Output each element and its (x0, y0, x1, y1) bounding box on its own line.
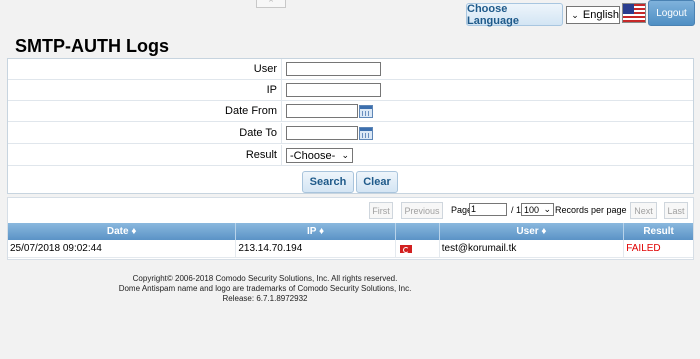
chevron-down-icon: ⌄ (543, 204, 551, 214)
result-row: Result -Choose- ⌄ (8, 145, 693, 166)
records-per-page-select[interactable]: 100 ⌄ (521, 203, 554, 216)
calendar-icon[interactable] (359, 126, 373, 140)
language-select-value: English (582, 9, 619, 21)
last-page-button[interactable]: Last (664, 202, 688, 219)
calendar-icon[interactable] (359, 104, 373, 118)
results-panel: First Previous Page 1 / 1 100 ⌄ Records … (7, 197, 694, 260)
cell-user: test@korumail.tk (440, 240, 625, 257)
us-flag-icon[interactable] (622, 3, 646, 23)
ip-input[interactable] (286, 83, 381, 97)
choose-language-button[interactable]: Choose Language (466, 3, 563, 27)
logout-button[interactable]: Logout (648, 0, 695, 26)
search-form: User IP Date From Date To Result -Choose… (7, 58, 694, 194)
user-input[interactable] (286, 62, 381, 76)
form-actions: Search Clear (8, 169, 693, 195)
column-header-user[interactable]: User ♦ (440, 223, 625, 240)
table-row: 25/07/2018 09:02:44 213.14.70.194 test@k… (8, 240, 693, 258)
next-page-button[interactable]: Next (630, 202, 657, 219)
chevron-down-icon: ⌄ (341, 150, 349, 160)
cell-flag (396, 240, 440, 257)
footer: Copyright© 2006-2018 Comodo Security Sol… (100, 274, 430, 304)
previous-page-button[interactable]: Previous (401, 202, 443, 219)
date-to-row: Date To (8, 123, 693, 144)
table-header: Date ♦ IP ♦ User ♦ Result (8, 223, 693, 240)
page-total: / 1 (511, 205, 522, 215)
column-header-flag (396, 223, 440, 240)
search-button[interactable]: Search (302, 171, 354, 193)
result-select-value: -Choose- (290, 149, 336, 162)
turkey-flag-icon (399, 244, 412, 253)
result-select[interactable]: -Choose- ⌄ (286, 148, 353, 163)
page-number-input[interactable]: 1 (469, 203, 507, 216)
page-title: SMTP-AUTH Logs (15, 36, 169, 56)
date-to-label: Date To (8, 123, 282, 143)
date-from-input[interactable] (286, 104, 358, 118)
cell-result: FAILED (626, 243, 661, 254)
chevron-down-icon: ⌄ (571, 9, 579, 20)
footer-release: Release: 6.7.1.8972932 (222, 294, 308, 303)
clear-button[interactable]: Clear (356, 171, 398, 193)
column-header-date[interactable]: Date ♦ (8, 223, 237, 240)
footer-trademark: Dome Antispam name and logo are trademar… (118, 284, 412, 293)
ip-label: IP (8, 80, 282, 100)
first-page-button[interactable]: First (369, 202, 393, 219)
pagination: First Previous Page 1 / 1 100 ⌄ Records … (369, 202, 689, 220)
user-row: User (8, 59, 693, 80)
footer-copyright: Copyright© 2006-2018 Comodo Security Sol… (132, 274, 398, 283)
collapse-header-handle[interactable]: ^ (256, 0, 286, 8)
language-select[interactable]: ⌄ English (566, 6, 620, 24)
result-label: Result (8, 145, 282, 165)
cell-date: 25/07/2018 09:02:44 (8, 240, 237, 257)
date-to-input[interactable] (286, 126, 358, 140)
column-header-ip[interactable]: IP ♦ (236, 223, 396, 240)
records-per-page-value: 100 (524, 204, 540, 215)
user-label: User (8, 59, 282, 79)
column-header-result: Result (643, 226, 674, 237)
ip-row: IP (8, 80, 693, 101)
date-from-row: Date From (8, 101, 693, 122)
cell-ip: 213.14.70.194 (236, 240, 396, 257)
date-from-label: Date From (8, 101, 282, 121)
records-per-page-label: Records per page (555, 205, 627, 215)
